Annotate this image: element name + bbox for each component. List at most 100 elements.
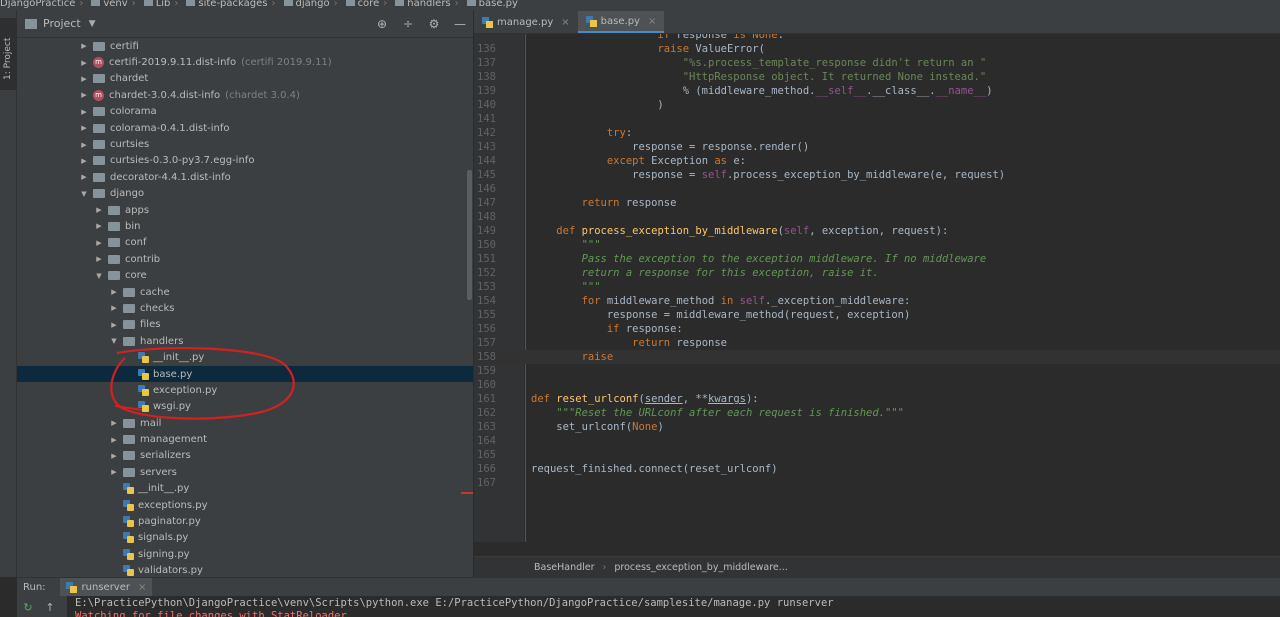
tree-item[interactable]: validators.py xyxy=(17,563,473,578)
tree-item[interactable]: __init__.py xyxy=(17,349,473,365)
arrow-up-icon[interactable]: ↑ xyxy=(39,601,61,614)
chevron-right-icon[interactable]: ▶ xyxy=(79,75,89,83)
tree-item[interactable]: ▶ serializers xyxy=(17,448,473,464)
structure-breadcrumb-item[interactable]: process_exception_by_middleware... xyxy=(614,562,787,573)
chevron-right-icon[interactable]: ▶ xyxy=(109,419,119,427)
chevron-right-icon[interactable]: ▶ xyxy=(79,42,89,50)
runserver-tab[interactable]: runserver × xyxy=(59,578,153,596)
tree-item[interactable]: ▼ django xyxy=(17,186,473,202)
project-tool-tab[interactable]: 1: Project xyxy=(0,18,17,90)
chevron-right-icon[interactable]: ▶ xyxy=(79,59,89,67)
code-text: response = response.render() xyxy=(531,141,810,153)
tree-item[interactable]: signing.py xyxy=(17,546,473,562)
chevron-right-icon[interactable]: ▶ xyxy=(109,452,119,460)
locate-file-icon[interactable]: ⊕ xyxy=(369,17,395,31)
chevron-right-icon[interactable]: ▶ xyxy=(79,173,89,181)
tree-item[interactable]: signals.py xyxy=(17,530,473,546)
chevron-down-icon[interactable]: ▼ xyxy=(94,272,104,280)
tree-item[interactable]: ▶ curtsies xyxy=(17,136,473,152)
line-number: 155 xyxy=(477,309,496,321)
code-line: 162 """Reset the URLconf after each requ… xyxy=(474,406,1280,420)
tree-item[interactable]: __init__.py xyxy=(17,481,473,497)
breadcrumb-item[interactable]: venv xyxy=(85,0,128,9)
breadcrumb-item[interactable]: site-packages xyxy=(180,0,268,9)
tree-item[interactable]: ▶ m chardet-3.0.4.dist-info (chardet 3.0.4) xyxy=(17,87,473,103)
line-number: 151 xyxy=(477,253,496,265)
breadcrumb-item[interactable]: handlers xyxy=(389,0,451,9)
tree-item[interactable]: wsgi.py xyxy=(17,399,473,415)
tree-item[interactable]: ▶ files xyxy=(17,317,473,333)
breadcrumb-item[interactable]: django xyxy=(278,0,330,9)
chevron-right-icon[interactable]: ▶ xyxy=(79,157,89,165)
tree-item[interactable]: ▶ servers xyxy=(17,464,473,480)
tree-item[interactable]: exceptions.py xyxy=(17,497,473,513)
folder-icon xyxy=(123,303,135,313)
tree-item[interactable]: ▶ bin xyxy=(17,218,473,234)
tree-item[interactable]: ▶ decorator-4.4.1.dist-info xyxy=(17,169,473,185)
tree-item-label: bin xyxy=(125,220,141,232)
tree-item[interactable]: ▶ m certifi-2019.9.11.dist-info (certifi 20… xyxy=(17,54,473,70)
tree-item-label: servers xyxy=(140,466,177,478)
line-number: 158 xyxy=(477,351,496,363)
breadcrumb-item[interactable]: base.py xyxy=(461,0,518,9)
code-text: "HttpResponse object. It returned None i… xyxy=(682,71,987,83)
chevron-right-icon[interactable]: ▶ xyxy=(94,255,104,263)
tree-item[interactable]: ▶ certifi xyxy=(17,38,473,54)
chevron-down-icon[interactable]: ▼ xyxy=(79,190,89,198)
tree-item[interactable]: ▶ checks xyxy=(17,300,473,316)
chevron-right-icon[interactable]: ▶ xyxy=(109,321,119,329)
chevron-right-icon[interactable]: ▶ xyxy=(109,468,119,476)
tree-item[interactable]: ▶ colorama-0.4.1.dist-info xyxy=(17,120,473,136)
editor-tab[interactable]: manage.py × xyxy=(474,11,578,33)
tree-item[interactable]: ▶ curtsies-0.3.0-py3.7.egg-info xyxy=(17,153,473,169)
chevron-right-icon[interactable]: ▶ xyxy=(94,222,104,230)
chevron-right-icon[interactable]: ▶ xyxy=(79,108,89,116)
breadcrumb-item[interactable]: Lib xyxy=(138,0,170,9)
tree-item[interactable]: ▼ core xyxy=(17,267,473,283)
tree-item[interactable]: base.py xyxy=(17,365,473,383)
project-view-selector[interactable]: Project xyxy=(43,17,81,30)
tree-item[interactable]: ▶ contrib xyxy=(17,251,473,267)
tree-item[interactable]: ▶ apps xyxy=(17,202,473,218)
gear-icon[interactable]: ⚙ xyxy=(421,17,447,31)
tree-item[interactable]: exception.py xyxy=(17,382,473,398)
chevron-right-icon[interactable]: ▶ xyxy=(79,124,89,132)
hide-panel-icon[interactable]: — xyxy=(447,17,473,31)
editor-tab[interactable]: base.py × xyxy=(577,11,665,33)
code-text: def reset_urlconf(sender, **kwargs): xyxy=(531,393,759,405)
tree-item-label: paginator.py xyxy=(138,516,201,528)
chevron-right-icon[interactable]: ▶ xyxy=(109,288,119,296)
tree-item[interactable]: ▶ chardet xyxy=(17,71,473,87)
chevron-right-icon[interactable]: ▶ xyxy=(109,436,119,444)
tree-item[interactable]: ▼ handlers xyxy=(17,333,473,349)
structure-breadcrumb-item[interactable]: BaseHandler xyxy=(534,562,595,573)
chevron-right-icon[interactable]: ▶ xyxy=(79,91,89,99)
code-line: 151 Pass the exception to the exception … xyxy=(474,252,1280,266)
tree-item[interactable]: ▶ management xyxy=(17,431,473,447)
tree-item[interactable]: paginator.py xyxy=(17,513,473,529)
folder-icon xyxy=(123,336,135,346)
collapse-all-icon[interactable]: ÷ xyxy=(395,17,421,31)
code-line: 153 """ xyxy=(474,280,1280,294)
line-number: 156 xyxy=(477,323,496,335)
close-icon[interactable]: × xyxy=(138,582,146,593)
close-icon[interactable]: × xyxy=(648,16,656,27)
breadcrumb-item[interactable]: DjangoPractice xyxy=(0,0,76,9)
breadcrumb-label: DjangoPractice xyxy=(0,0,76,9)
chevron-right-icon[interactable]: ▶ xyxy=(94,206,104,214)
tree-scrollbar[interactable] xyxy=(467,170,472,300)
tree-item[interactable]: ▶ mail xyxy=(17,415,473,431)
tree-item[interactable]: ▶ colorama xyxy=(17,104,473,120)
project-tool-tab-label: 1: Project xyxy=(3,37,13,80)
close-icon[interactable]: × xyxy=(561,17,569,28)
tree-item[interactable]: ▶ cache xyxy=(17,284,473,300)
chevron-right-icon[interactable]: ▶ xyxy=(109,304,119,312)
code-area[interactable]: if response is None: 136 raise ValueError… xyxy=(474,34,1280,542)
chevron-down-icon[interactable]: ▼ xyxy=(89,19,96,29)
breadcrumb-item[interactable]: core xyxy=(340,0,379,9)
chevron-right-icon[interactable]: ▶ xyxy=(79,141,89,149)
tree-item[interactable]: ▶ conf xyxy=(17,235,473,251)
chevron-right-icon[interactable]: ▶ xyxy=(94,239,104,247)
chevron-down-icon[interactable]: ▼ xyxy=(109,337,119,345)
rerun-icon[interactable]: ↻ xyxy=(17,601,39,614)
